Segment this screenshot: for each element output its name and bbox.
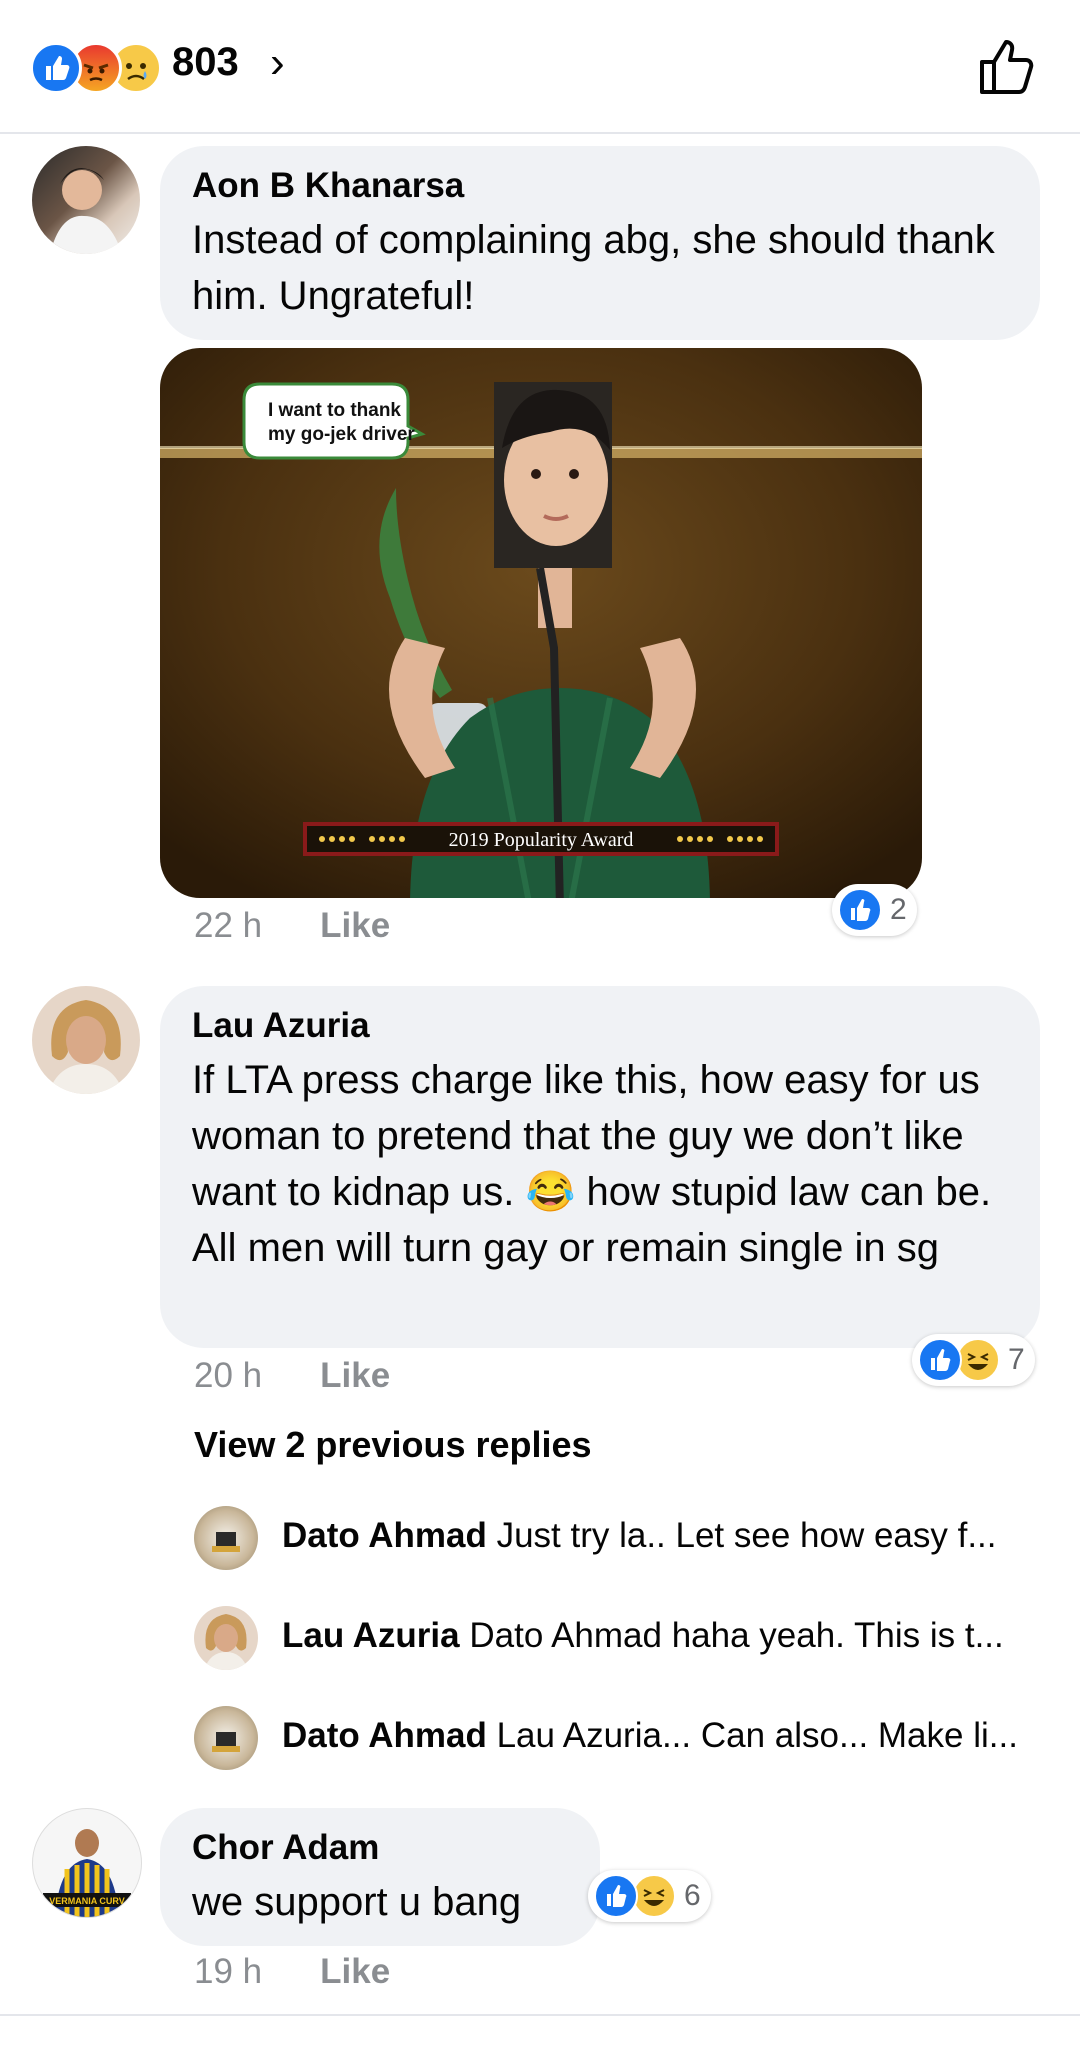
- meme-speech-line: I want to thank: [268, 400, 401, 421]
- haha-icon: [956, 1338, 1000, 1382]
- like-icon: [918, 1338, 962, 1382]
- reply-text: Dato Ahmad Just try la.. Let see how eas…: [282, 1516, 997, 1556]
- divider: [0, 2014, 1080, 2016]
- avatar[interactable]: [32, 986, 140, 1094]
- avatar[interactable]: [194, 1706, 258, 1770]
- reaction-count[interactable]: 803: [172, 40, 239, 85]
- reply-text: Lau Azuria Dato Ahmad haha yeah. This is…: [282, 1616, 1004, 1656]
- comment-bubble: Aon B Khanarsa Instead of complaining ab…: [160, 146, 1040, 340]
- comment-time: 19 h: [194, 1952, 263, 1991]
- view-previous-replies-link[interactable]: View 2 previous replies: [194, 1424, 592, 1466]
- comment-author[interactable]: Lau Azuria: [192, 1006, 1008, 1046]
- comment-text: If LTA press charge like this, how easy …: [192, 1058, 992, 1270]
- like-outline-icon[interactable]: [976, 34, 1040, 98]
- reaction-count: 7: [1008, 1343, 1025, 1376]
- reply-body: Lau Azuria... Can also... Make li...: [496, 1716, 1018, 1755]
- avatar[interactable]: [194, 1506, 258, 1570]
- reply-author[interactable]: Dato Ahmad: [282, 1716, 487, 1755]
- comment-time: 20 h: [194, 1356, 263, 1395]
- reply-text: Dato Ahmad Lau Azuria... Can also... Mak…: [282, 1716, 1018, 1756]
- comment-meta: 20 h Like: [194, 1356, 390, 1396]
- avatar[interactable]: [32, 146, 140, 254]
- comment-meta: 19 h Like: [194, 1952, 390, 1992]
- like-button[interactable]: Like: [320, 1356, 390, 1395]
- reply-body: Just try la.. Let see how easy f...: [496, 1516, 997, 1555]
- like-icon: [838, 888, 882, 932]
- like-icon: [30, 42, 82, 94]
- reply-body: Dato Ahmad haha yeah. This is t...: [469, 1616, 1004, 1655]
- like-icon: [594, 1874, 638, 1918]
- avatar[interactable]: VERMANIA CURV: [32, 1808, 142, 1918]
- comment-text: Instead of complaining abg, she should t…: [192, 218, 995, 318]
- haha-icon: [632, 1874, 676, 1918]
- reply-author[interactable]: Lau Azuria: [282, 1616, 460, 1655]
- reply-author[interactable]: Dato Ahmad: [282, 1516, 487, 1555]
- reactions-header: 803 ›: [0, 0, 1080, 134]
- comment-image[interactable]: I want to thank my go-jek driver 2019 Po…: [160, 348, 922, 898]
- like-button[interactable]: Like: [320, 906, 390, 945]
- comment-reactions[interactable]: 6: [588, 1870, 711, 1922]
- reaction-count: 6: [684, 1879, 701, 1912]
- meme-speech-line: my go-jek driver: [268, 424, 415, 445]
- comment-reactions[interactable]: 2: [832, 884, 917, 936]
- meme-banner-text: 2019 Popularity Award: [449, 829, 634, 851]
- comment-author[interactable]: Chor Adam: [192, 1828, 568, 1868]
- like-button[interactable]: Like: [320, 1952, 390, 1991]
- comment-text: we support u bang: [192, 1880, 522, 1924]
- avatar[interactable]: [194, 1606, 258, 1670]
- avatar-logo-text: VERMANIA CURV: [49, 1896, 125, 1906]
- comment-meta: 22 h Like: [194, 906, 390, 946]
- comment-bubble: Chor Adam we support u bang: [160, 1808, 600, 1946]
- comment-author[interactable]: Aon B Khanarsa: [192, 166, 1008, 206]
- reaction-count: 2: [890, 893, 907, 926]
- comment-time: 22 h: [194, 906, 263, 945]
- chevron-right-icon[interactable]: ›: [270, 38, 285, 88]
- comment-bubble: Lau Azuria If LTA press charge like this…: [160, 986, 1040, 1348]
- comment-reactions[interactable]: 7: [912, 1334, 1035, 1386]
